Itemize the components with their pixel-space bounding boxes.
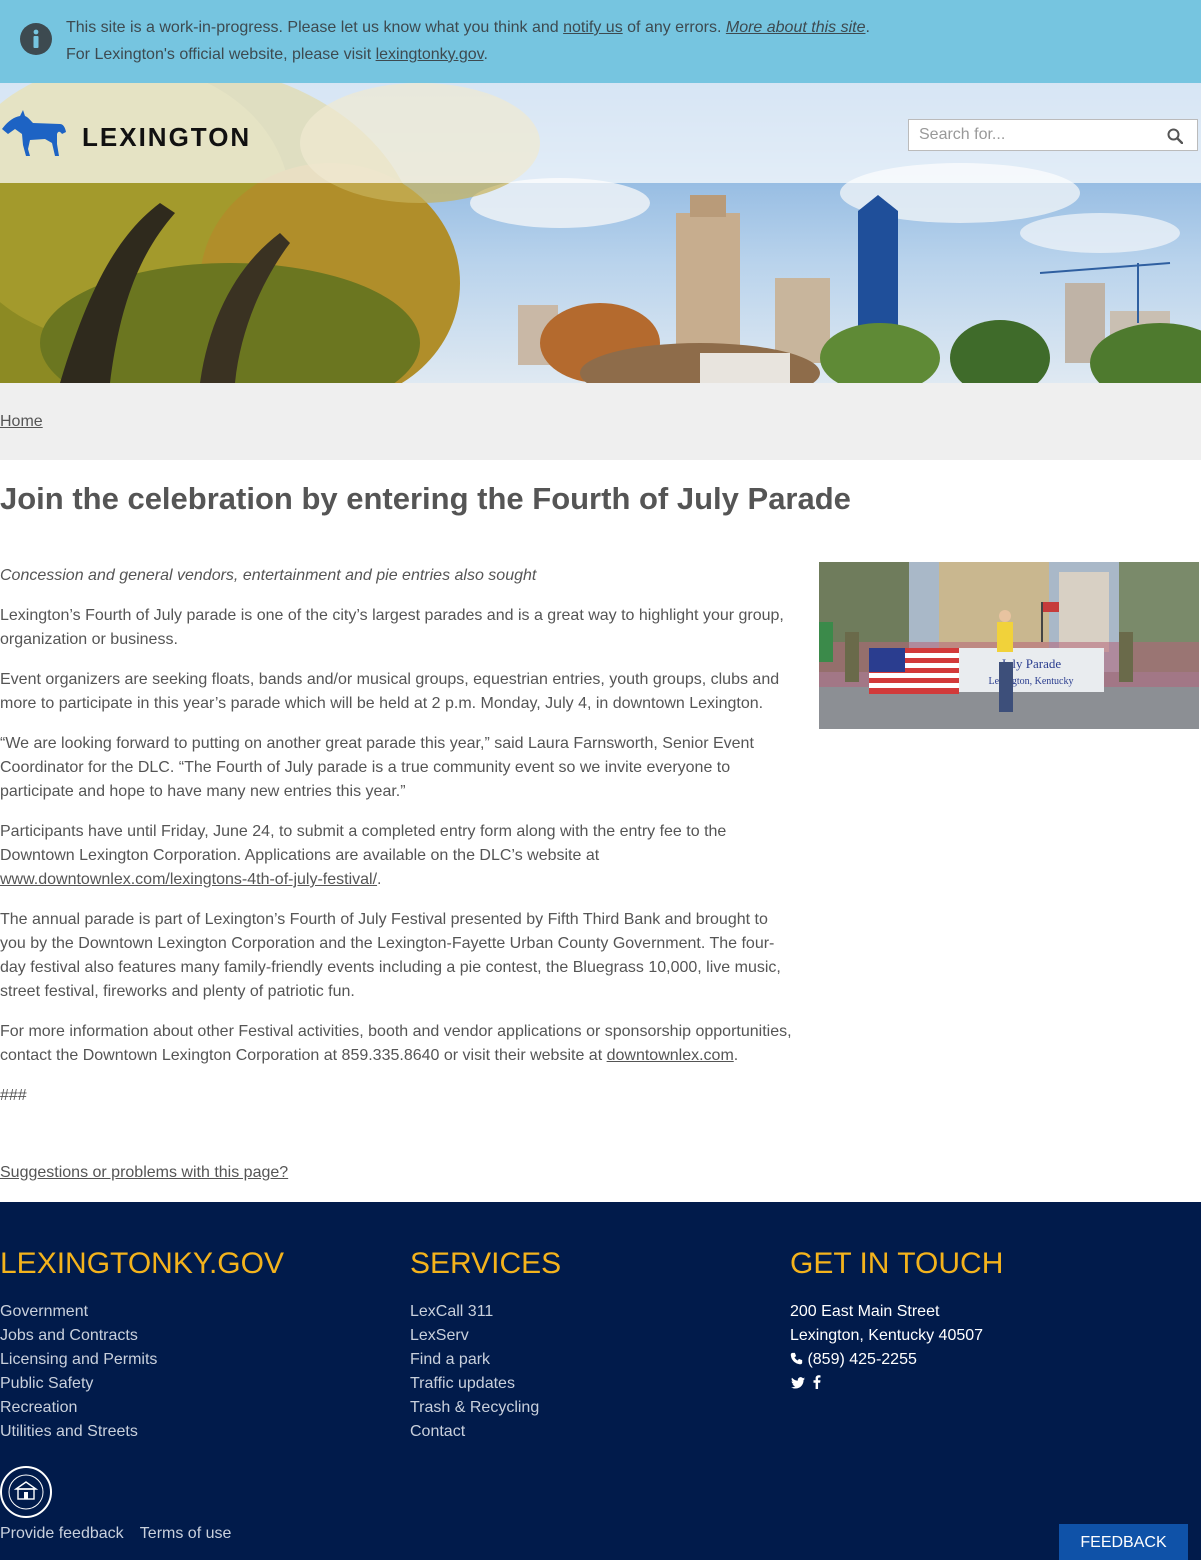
- city-seal-icon: [0, 1466, 52, 1518]
- footer-heading-lexingtonky: LEXINGTONKY.GOV: [0, 1247, 284, 1280]
- address-line-2: Lexington, Kentucky 40507: [790, 1327, 984, 1344]
- site-logo-text[interactable]: LEXINGTON: [82, 122, 251, 153]
- article-end-mark: ###: [0, 1087, 27, 1104]
- notice-text: of any errors.: [622, 19, 726, 36]
- info-icon: [20, 23, 52, 55]
- contact-info: 200 East Main Street Lexington, Kentucky…: [790, 1300, 983, 1372]
- article-paragraph: For more information about other Festiva…: [0, 1020, 795, 1068]
- footer-link[interactable]: Government: [0, 1300, 157, 1324]
- breadcrumb: Home: [0, 383, 1201, 460]
- feedback-button[interactable]: FEEDBACK: [1059, 1524, 1188, 1560]
- footer-link[interactable]: Utilities and Streets: [0, 1420, 157, 1444]
- facebook-icon[interactable]: [813, 1375, 821, 1389]
- twitter-icon[interactable]: [791, 1377, 805, 1389]
- breadcrumb-home-link[interactable]: Home: [0, 413, 43, 431]
- phone-icon: [790, 1352, 803, 1365]
- search-box: [908, 119, 1198, 151]
- notify-us-link[interactable]: notify us: [563, 19, 623, 36]
- article-paragraph: Participants have until Friday, June 24,…: [0, 820, 795, 892]
- footer-heading-services: SERVICES: [410, 1247, 562, 1280]
- footer-links-lexingtonky: Government Jobs and Contracts Licensing …: [0, 1300, 157, 1444]
- footer-link[interactable]: Trash & Recycling: [410, 1396, 539, 1420]
- paragraph-text: .: [377, 871, 382, 888]
- search-icon[interactable]: [1167, 128, 1183, 144]
- footer-link[interactable]: LexServ: [410, 1324, 539, 1348]
- notice-text: This site is a work-in-progress. Please …: [66, 19, 564, 36]
- downtownlex-link[interactable]: downtownlex.com: [607, 1047, 734, 1064]
- notice-line-1: This site is a work-in-progress. Please …: [66, 19, 870, 37]
- footer-link[interactable]: Find a park: [410, 1348, 539, 1372]
- parade-photo: July Parade Lexington, Kentucky: [819, 562, 1199, 729]
- search-input[interactable]: [909, 120, 1159, 150]
- paragraph-text: Participants have until Friday, June 24,…: [0, 823, 727, 864]
- paragraph-text: .: [733, 1047, 739, 1064]
- dlc-festival-link[interactable]: www.downtownlex.com/lexingtons-4th-of-ju…: [0, 871, 377, 888]
- article-body: Concession and general vendors, entertai…: [0, 564, 795, 1124]
- footer-bottom-links: Provide feedback Terms of use: [0, 1525, 243, 1543]
- page-feedback-link[interactable]: Suggestions or problems with this page?: [0, 1164, 288, 1182]
- social-links: [791, 1375, 821, 1391]
- article-paragraph: Lexington’s Fourth of July parade is one…: [0, 607, 784, 648]
- address-line-1: 200 East Main Street: [790, 1303, 940, 1320]
- notice-text: .: [483, 46, 488, 63]
- footer-link[interactable]: Contact: [410, 1420, 539, 1444]
- terms-of-use-link[interactable]: Terms of use: [140, 1525, 232, 1542]
- page-title: Join the celebration by entering the Fou…: [0, 481, 851, 516]
- article-paragraph: “We are looking forward to putting on an…: [0, 735, 754, 800]
- footer-link[interactable]: Licensing and Permits: [0, 1348, 157, 1372]
- notice-bar: This site is a work-in-progress. Please …: [0, 0, 1201, 83]
- footer-heading-get-in-touch: GET IN TOUCH: [790, 1247, 1004, 1280]
- phone-number[interactable]: (859) 425-2255: [807, 1351, 916, 1368]
- provide-feedback-link[interactable]: Provide feedback: [0, 1525, 124, 1542]
- footer-link[interactable]: Traffic updates: [410, 1372, 539, 1396]
- site-footer: LEXINGTONKY.GOV Government Jobs and Cont…: [0, 1202, 1201, 1560]
- more-about-site-link[interactable]: More about this site: [726, 19, 866, 36]
- article-paragraph: Event organizers are seeking floats, ban…: [0, 671, 780, 712]
- official-site-link[interactable]: lexingtonky.gov: [376, 46, 484, 63]
- article-lede: Concession and general vendors, entertai…: [0, 567, 537, 584]
- footer-link[interactable]: LexCall 311: [410, 1300, 539, 1324]
- footer-link[interactable]: Public Safety: [0, 1372, 157, 1396]
- notice-text: For Lexington's official website, please…: [66, 46, 376, 63]
- notice-line-2: For Lexington's official website, please…: [66, 46, 488, 64]
- article-paragraph: The annual parade is part of Lexington’s…: [0, 911, 781, 1000]
- footer-links-services: LexCall 311 LexServ Find a park Traffic …: [410, 1300, 539, 1444]
- footer-link[interactable]: Jobs and Contracts: [0, 1324, 157, 1348]
- footer-link[interactable]: Recreation: [0, 1396, 157, 1420]
- notice-text: .: [865, 19, 870, 36]
- phone-row[interactable]: (859) 425-2255: [790, 1348, 983, 1372]
